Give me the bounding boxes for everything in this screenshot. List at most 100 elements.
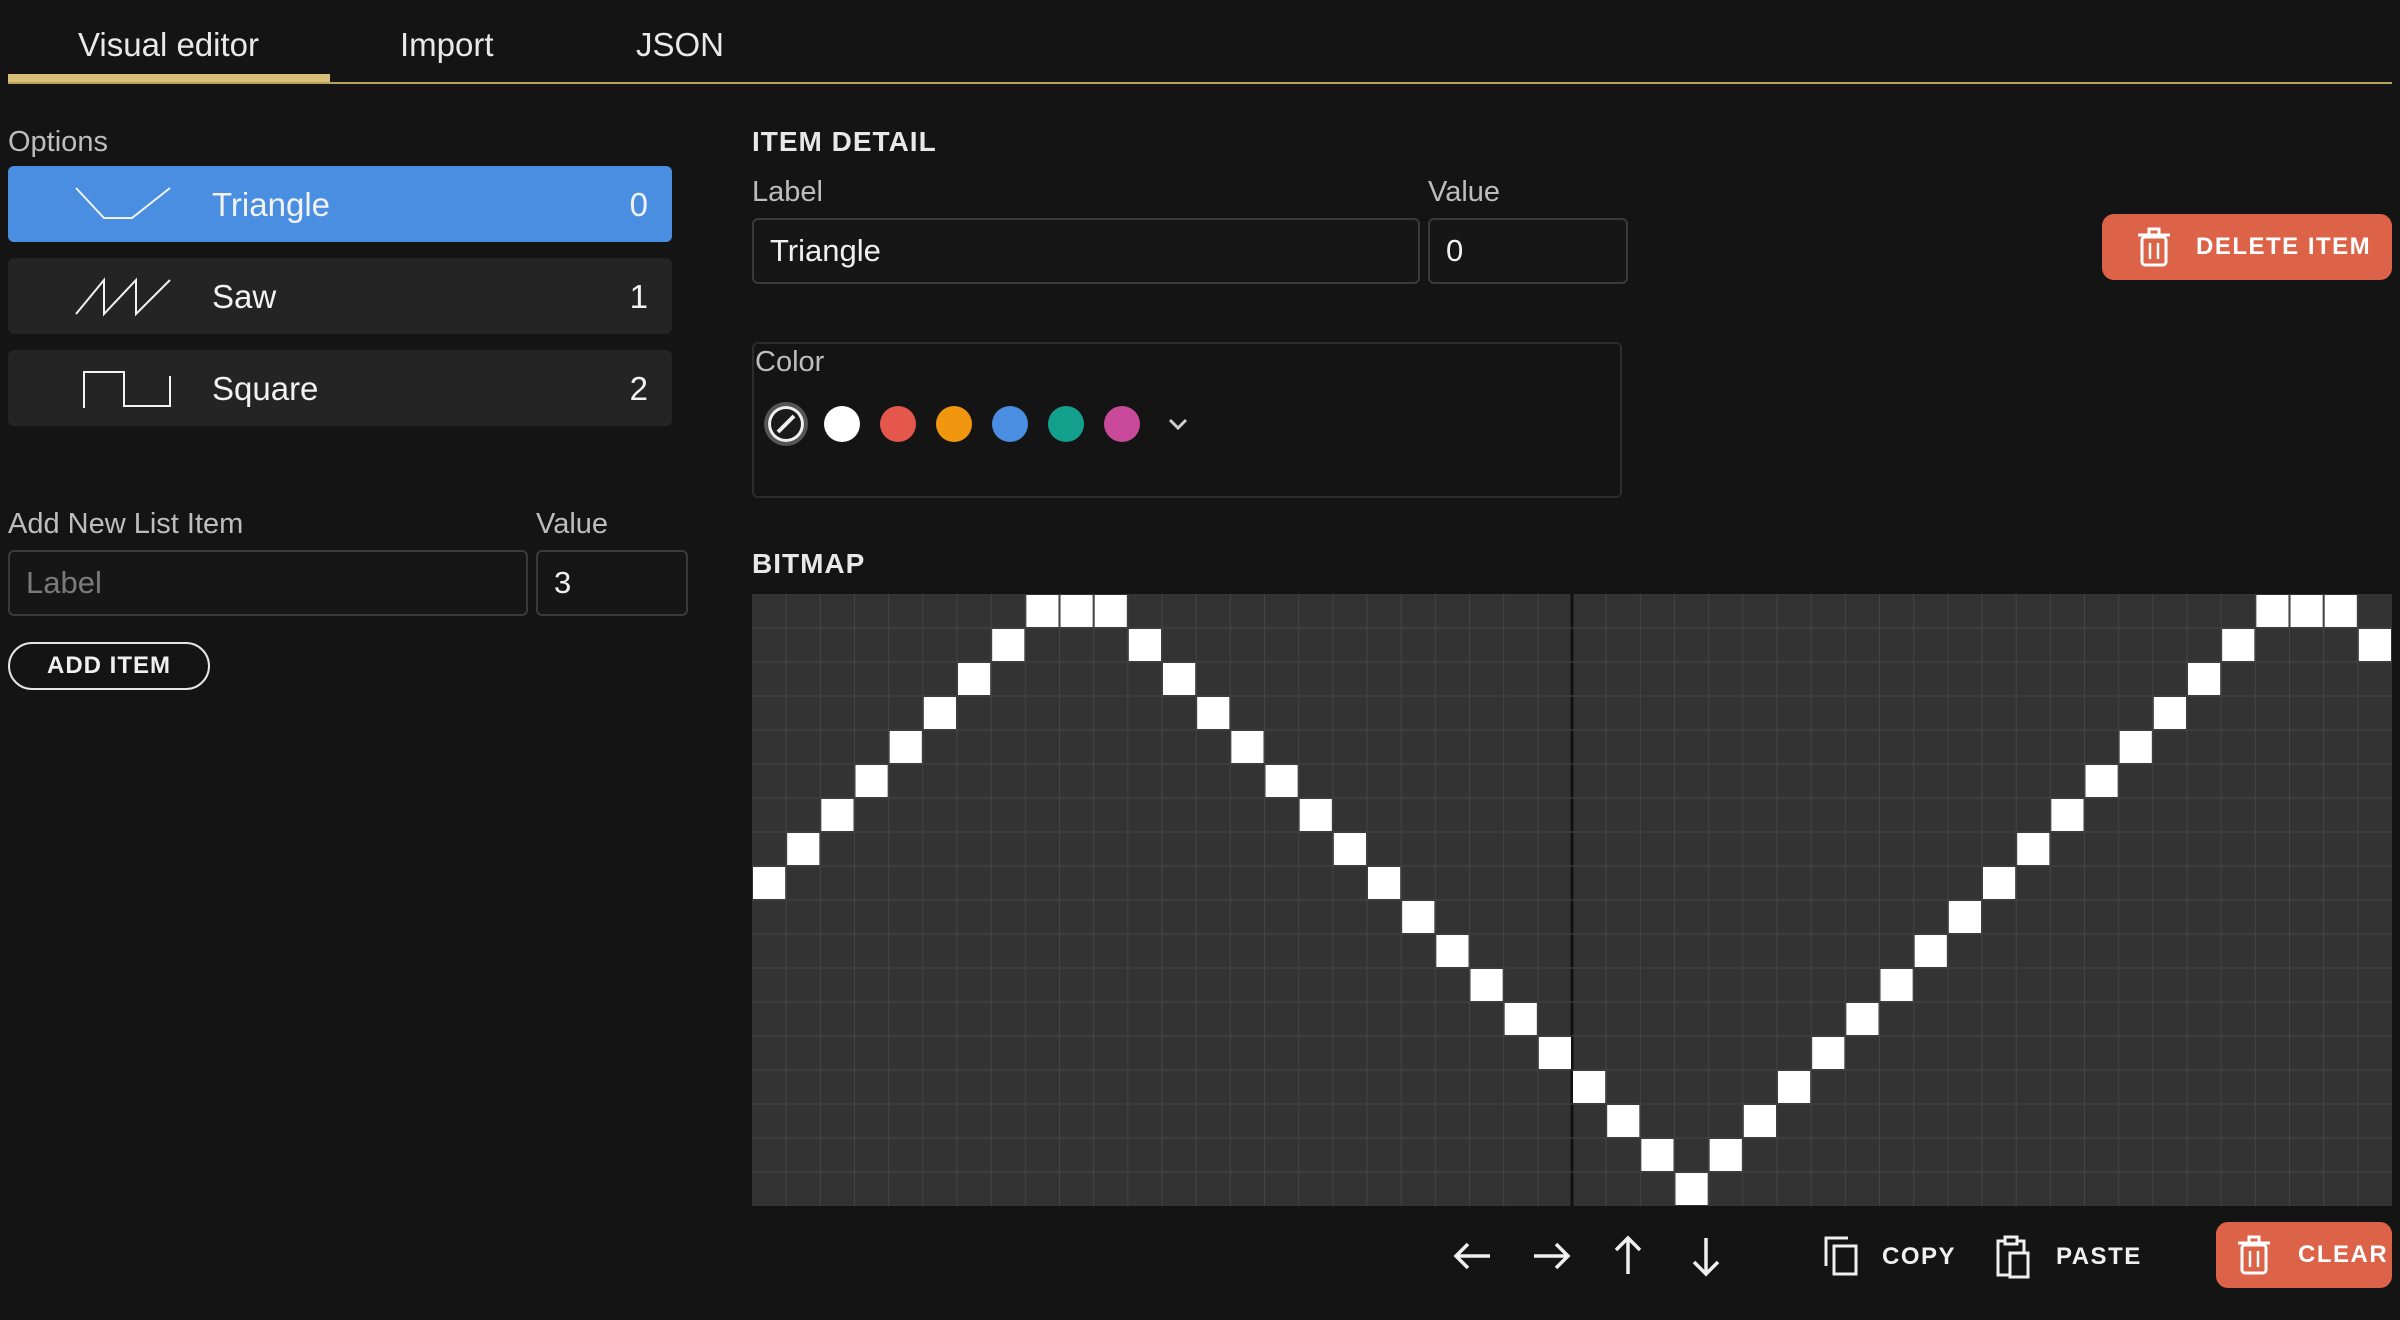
triangle-wave-icon: [75, 187, 171, 219]
no-color-icon: [776, 414, 796, 434]
shift-left-icon[interactable]: [1452, 1238, 1494, 1274]
swatch-color[interactable]: [1104, 406, 1140, 442]
item-label-title: Label: [752, 176, 823, 208]
bitmap-pixel[interactable]: [889, 731, 922, 763]
bitmap-pixel[interactable]: [753, 867, 786, 899]
option-label: Saw: [212, 278, 277, 315]
bitmap-pixel[interactable]: [1709, 1139, 1742, 1171]
bitmap-pixel[interactable]: [1197, 697, 1230, 729]
bitmap-pixel[interactable]: [2188, 663, 2221, 695]
new-item-label-input[interactable]: [8, 550, 528, 616]
bitmap-pixel[interactable]: [1402, 901, 1435, 933]
option-item-square[interactable]: Square 2: [8, 350, 672, 426]
bitmap-pixel[interactable]: [992, 629, 1025, 661]
shift-down-icon[interactable]: [1688, 1234, 1724, 1278]
paste-label: PASTE: [2056, 1243, 2142, 1270]
bitmap-pixel[interactable]: [2256, 595, 2289, 627]
bitmap-pixel[interactable]: [1128, 629, 1161, 661]
add-item-button[interactable]: ADD ITEM: [8, 642, 210, 690]
bitmap-pixel[interactable]: [1675, 1173, 1708, 1205]
shift-up-icon[interactable]: [1610, 1234, 1646, 1278]
item-value-title: Value: [1428, 176, 1501, 208]
trash-icon: [2238, 1235, 2270, 1275]
bitmap-pixel[interactable]: [1983, 867, 2016, 899]
options-title: Options: [8, 126, 108, 158]
bitmap-pixel[interactable]: [2051, 799, 2084, 831]
bitmap-pixel[interactable]: [1265, 765, 1298, 797]
bitmap-pixel[interactable]: [1914, 935, 1947, 967]
square-wave-icon: [83, 371, 171, 408]
option-item-triangle[interactable]: Triangle 0: [8, 166, 672, 242]
option-value: 1: [629, 278, 648, 315]
color-title: Color: [755, 346, 825, 378]
bitmap-pixel[interactable]: [1743, 1105, 1776, 1137]
swatch-none[interactable]: [768, 406, 804, 442]
bitmap-pixel[interactable]: [1368, 867, 1401, 899]
bitmap-pixel[interactable]: [2017, 833, 2050, 865]
item-detail-heading: ITEM DETAIL: [752, 126, 937, 157]
swatch-color[interactable]: [824, 406, 860, 442]
bitmap-pixel[interactable]: [1299, 799, 1332, 831]
bitmap-pixel[interactable]: [2119, 731, 2152, 763]
bitmap-pixel[interactable]: [1231, 731, 1264, 763]
bitmap-pixel[interactable]: [2324, 595, 2357, 627]
bitmap-pixel[interactable]: [1436, 935, 1469, 967]
option-value: 0: [629, 186, 648, 223]
bitmap-pixel[interactable]: [1060, 595, 1093, 627]
option-item-saw[interactable]: Saw 1: [8, 258, 672, 334]
copy-button[interactable]: COPY: [1822, 1234, 1956, 1280]
bitmap-pixel[interactable]: [1538, 1037, 1571, 1069]
tab-bar: Visual editor Import JSON: [8, 0, 2392, 84]
bitmap-pixel[interactable]: [2358, 629, 2391, 661]
bitmap-pixel[interactable]: [2153, 697, 2186, 729]
bitmap-pixel[interactable]: [1880, 969, 1913, 1001]
bitmap-pixel[interactable]: [1778, 1071, 1811, 1103]
option-value: 2: [629, 370, 648, 407]
delete-item-button[interactable]: DELETE ITEM: [2102, 214, 2392, 280]
copy-label: COPY: [1882, 1243, 1957, 1270]
bitmap-pixel[interactable]: [1026, 595, 1059, 627]
bitmap-pixel[interactable]: [821, 799, 854, 831]
add-item-value-title: Value: [536, 508, 609, 540]
option-label: Triangle: [212, 186, 330, 223]
item-value-input[interactable]: [1428, 218, 1628, 284]
bitmap-pixel[interactable]: [1504, 1003, 1537, 1035]
bitmap-pixel[interactable]: [1163, 663, 1196, 695]
tab-import[interactable]: Import: [400, 26, 494, 64]
clear-label: CLEAR: [2298, 1241, 2389, 1268]
bitmap-pixel[interactable]: [1812, 1037, 1845, 1069]
bitmap-pixel[interactable]: [1641, 1139, 1674, 1171]
tab-json[interactable]: JSON: [636, 26, 724, 64]
swatch-color[interactable]: [992, 406, 1028, 442]
bitmap-pixel[interactable]: [1470, 969, 1503, 1001]
paste-button[interactable]: PASTE: [1994, 1234, 2142, 1280]
tab-visual-editor[interactable]: Visual editor: [78, 26, 259, 64]
trash-icon: [2138, 227, 2170, 267]
active-tab-indicator: [8, 74, 330, 82]
bitmap-pixel[interactable]: [2290, 595, 2323, 627]
bitmap-grid[interactable]: [752, 594, 2392, 1206]
clear-button[interactable]: CLEAR: [2216, 1222, 2392, 1288]
swatch-color[interactable]: [936, 406, 972, 442]
bitmap-pixel[interactable]: [1094, 595, 1127, 627]
bitmap-pixel[interactable]: [787, 833, 820, 865]
bitmap-pixel[interactable]: [958, 663, 991, 695]
bitmap-pixel[interactable]: [855, 765, 888, 797]
bitmap-pixel[interactable]: [1333, 833, 1366, 865]
bitmap-pixel[interactable]: [2085, 765, 2118, 797]
bitmap-pixel[interactable]: [923, 697, 956, 729]
bitmap-pixel[interactable]: [2222, 629, 2255, 661]
new-item-value-input[interactable]: [536, 550, 688, 616]
saw-wave-icon: [75, 277, 171, 317]
shift-right-icon[interactable]: [1530, 1238, 1572, 1274]
swatch-color[interactable]: [1048, 406, 1084, 442]
bitmap-pixel[interactable]: [1607, 1105, 1640, 1137]
bitmap-pixel[interactable]: [1573, 1071, 1606, 1103]
bitmap-pixel[interactable]: [1948, 901, 1981, 933]
chevron-down-icon[interactable]: [1166, 414, 1190, 434]
add-item-label-title: Add New List Item: [8, 508, 244, 540]
delete-item-label: DELETE ITEM: [2196, 233, 2372, 260]
swatch-color[interactable]: [880, 406, 916, 442]
item-label-input[interactable]: [752, 218, 1420, 284]
bitmap-pixel[interactable]: [1846, 1003, 1879, 1035]
